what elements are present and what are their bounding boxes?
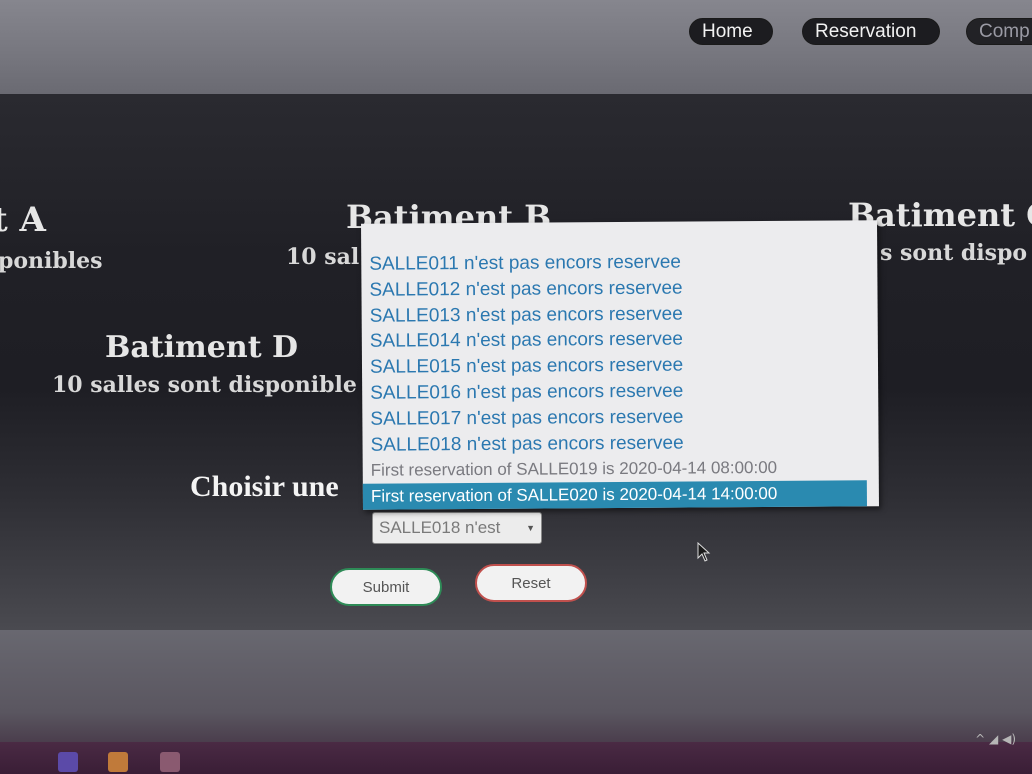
building-c-subtitle: s sont dispo xyxy=(880,240,1028,266)
tray-icons[interactable]: ^ ◢ ◀) xyxy=(975,732,1016,746)
top-nav: Home Reservation Comp xyxy=(0,0,1032,94)
room-select-value: SALLE018 n'est xyxy=(379,518,501,537)
chevron-down-icon: ▼ xyxy=(526,523,535,533)
dropdown-option[interactable]: SALLE012 n'est pas encors reservee xyxy=(361,274,877,303)
room-dropdown-list[interactable]: SALLE011 n'est pas encors reservee SALLE… xyxy=(361,220,879,510)
dropdown-option[interactable]: SALLE011 n'est pas encors reservee xyxy=(361,248,877,277)
building-a-subtitle: ponibles xyxy=(0,248,103,274)
taskbar-app-icon[interactable] xyxy=(160,752,180,772)
building-d-subtitle: 10 salles sont disponible xyxy=(52,372,357,398)
taskbar-app-icon[interactable] xyxy=(108,752,128,772)
dropdown-option[interactable]: SALLE016 n'est pas encors reservee xyxy=(362,377,878,406)
cursor-icon xyxy=(697,542,711,562)
dropdown-option[interactable]: SALLE015 n'est pas encors reservee xyxy=(362,351,878,380)
choose-room-label: Choisir une xyxy=(190,470,339,503)
building-a-title: t A xyxy=(0,200,46,240)
taskbar-app-icon[interactable] xyxy=(58,752,78,772)
submit-button[interactable]: Submit xyxy=(330,568,442,606)
building-b-subtitle: 10 sal xyxy=(286,244,360,270)
dropdown-option[interactable]: SALLE018 n'est pas encors reservee xyxy=(362,429,878,458)
dropdown-option[interactable]: SALLE017 n'est pas encors reservee xyxy=(362,403,878,432)
nav-comp-button[interactable]: Comp xyxy=(966,18,1032,45)
dropdown-option-selected[interactable]: First reservation of SALLE020 is 2020-04… xyxy=(362,480,867,510)
building-d-title: Batiment D xyxy=(105,330,299,365)
taskbar: ^ ◢ ◀) xyxy=(0,732,1032,774)
dropdown-option[interactable]: First reservation of SALLE019 is 2020-04… xyxy=(363,455,879,484)
reset-button[interactable]: Reset xyxy=(475,564,587,602)
nav-home-button[interactable]: Home xyxy=(689,18,773,45)
dropdown-option[interactable]: SALLE014 n'est pas encors reservee xyxy=(362,326,878,355)
nav-reservation-button[interactable]: Reservation xyxy=(802,18,940,45)
dropdown-option[interactable]: SALLE013 n'est pas encors reservee xyxy=(362,300,878,329)
room-select[interactable]: SALLE018 n'est ▼ xyxy=(372,512,542,544)
